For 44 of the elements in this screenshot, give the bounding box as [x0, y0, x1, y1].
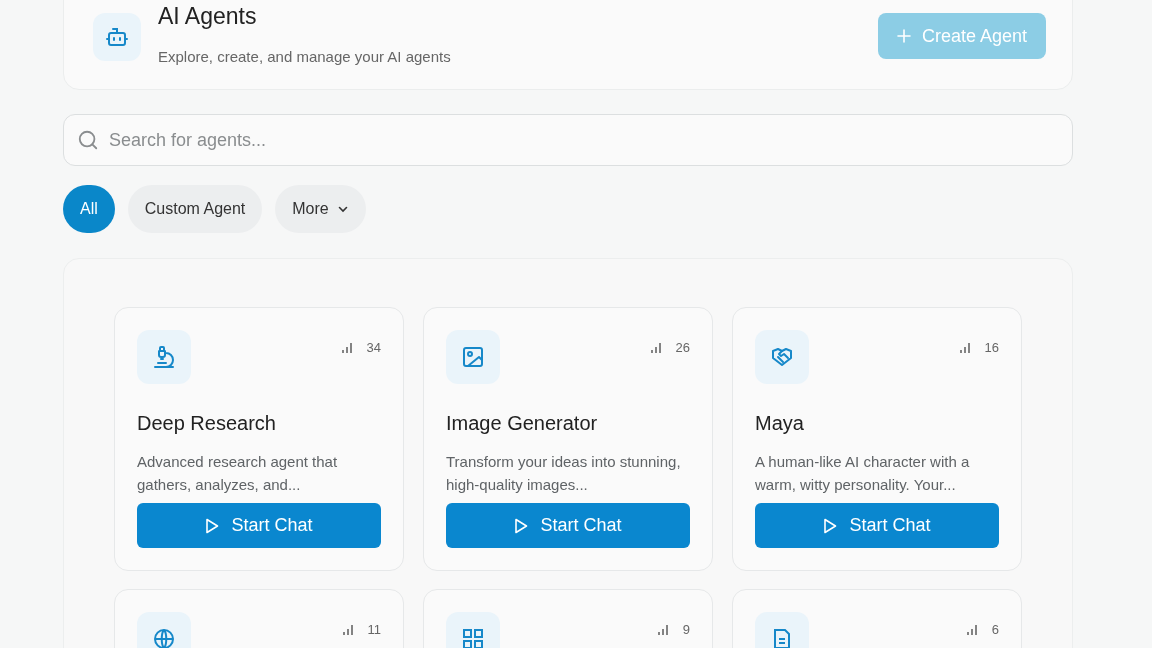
play-icon: [823, 517, 838, 534]
bar-chart-icon: [965, 623, 978, 636]
usage-count: 26: [675, 340, 690, 355]
agent-card[interactable]: 16 Maya A human-like AI character with a warm, witty personality. Your... Start Chat: [732, 307, 1022, 571]
start-chat-button[interactable]: Start Chat: [755, 503, 999, 548]
agent-name: Deep Research: [137, 411, 277, 436]
microscope-icon: [152, 345, 176, 369]
agent-card[interactable]: 11: [114, 589, 404, 648]
handshake-icon: [770, 345, 794, 369]
play-icon: [205, 517, 220, 534]
page-title: AI Agents: [158, 2, 258, 31]
bar-chart-icon: [649, 341, 662, 354]
bar-chart-icon: [340, 341, 353, 354]
agent-name: Image Generator: [446, 411, 599, 436]
page-subtitle: Explore, create, and manage your AI agents: [158, 47, 452, 67]
start-chat-button[interactable]: Start Chat: [137, 503, 381, 548]
bar-chart-icon: [958, 341, 971, 354]
usage-count: 11: [367, 622, 381, 637]
play-icon: [514, 517, 529, 534]
grid-icon: [461, 627, 485, 648]
start-chat-button[interactable]: Start Chat: [446, 503, 690, 548]
search-icon: [77, 129, 99, 151]
agent-card[interactable]: 34 Deep Research Advanced research agent that gathers, analyzes, and... Start Chat: [114, 307, 404, 571]
usage-count: 6: [991, 622, 999, 637]
usage-count: 16: [984, 340, 999, 355]
usage-count: 9: [682, 622, 690, 637]
agent-name: Maya: [755, 411, 805, 436]
filter-chip[interactable]: All: [63, 185, 115, 233]
agent-description: Transform your ideas into stunning, high-quality images...: [446, 452, 682, 495]
image-icon: [461, 345, 485, 369]
bar-chart-icon: [341, 623, 354, 636]
robot-icon: [105, 25, 129, 49]
search-field[interactable]: Search for agents...: [63, 114, 1073, 166]
bar-chart-icon: [656, 623, 669, 636]
filter-dropdown[interactable]: More: [275, 185, 366, 233]
usage-count: 34: [366, 340, 381, 355]
agent-description: Advanced research agent that gathers, analyzes, and...: [137, 452, 339, 495]
plus-icon: [895, 28, 912, 44]
filter-chip[interactable]: Custom Agent: [127, 185, 263, 233]
agent-card[interactable]: 6: [732, 589, 1022, 648]
globe-icon: [152, 627, 176, 648]
agent-card[interactable]: 9: [423, 589, 713, 648]
agent-card[interactable]: 26 Image Generator Transform your ideas into stunning, high-quality images... Start Chat: [423, 307, 713, 571]
agent-description: A human-like AI character with a warm, witty personality. Your...: [755, 452, 971, 495]
